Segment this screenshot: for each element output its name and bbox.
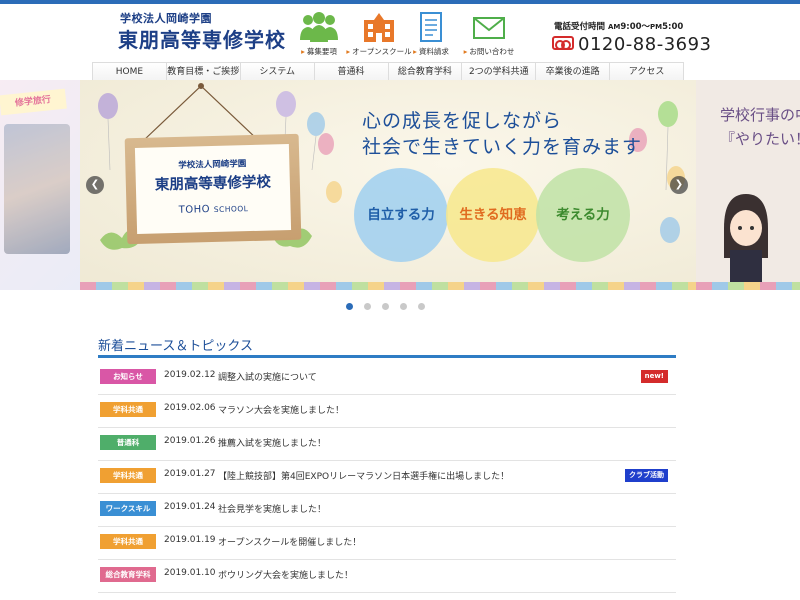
site-header: 学校法人岡崎学園 東朋高等専修学校 募集要項 オープンスクール 資料請求: [0, 4, 800, 62]
school-logo-name[interactable]: 東朋高等専修学校: [118, 24, 286, 53]
news-item[interactable]: 総合教育学科 2019.01.10 ボウリング大会を実施しました！: [98, 560, 676, 593]
news-title-link[interactable]: 調整入試の実施について: [218, 370, 317, 383]
slider-next-button[interactable]: ❯: [670, 176, 688, 194]
sign-english-name: TOHO SCHOOL: [136, 202, 290, 217]
news-category-badge: お知らせ: [100, 369, 156, 384]
circle-independence: 自立する力: [354, 168, 448, 262]
document-icon: [420, 12, 442, 42]
sign-english-small: SCHOOL: [213, 204, 249, 214]
freedial-icon: [552, 36, 574, 50]
news-date: 2019.01.19: [164, 535, 216, 545]
gnav-home[interactable]: HOME: [92, 63, 166, 81]
gnav-general-course[interactable]: 普通科: [313, 63, 388, 81]
news-title-link[interactable]: 社会見学を実施しました！: [218, 502, 326, 515]
news-date: 2019.01.24: [164, 502, 216, 512]
news-date: 2019.02.12: [164, 370, 216, 380]
phone-hours-am: AM: [607, 23, 621, 31]
news-title-link[interactable]: ボウリング大会を実施しました！: [218, 568, 353, 581]
header-nav-label: 募集要項: [286, 46, 352, 57]
news-category-badge: 普通科: [100, 435, 156, 450]
news-title-link[interactable]: 推薦入試を実施しました！: [218, 436, 326, 449]
chevron-left-icon: ❮: [90, 179, 100, 190]
slide-next-text-1: 学校行事の中: [720, 106, 800, 124]
phone-hours: 電話受付時間 AM9:00～PM5:00: [554, 20, 683, 32]
people-icon: [300, 12, 338, 42]
news-category-badge: 学科共通: [100, 534, 156, 549]
slide-previous-peek[interactable]: 修学旅行: [0, 80, 80, 290]
news-item[interactable]: お知らせ 2019.02.12 調整入試の実施について new!: [98, 362, 676, 395]
slider-dot-5[interactable]: [418, 303, 425, 310]
gnav-access[interactable]: アクセス: [609, 63, 684, 81]
news-title-underline: [98, 355, 676, 358]
news-item[interactable]: ワークスキル 2019.01.24 社会見学を実施しました！: [98, 494, 676, 527]
slider-dot-3[interactable]: [382, 303, 389, 310]
chevron-right-icon: ❯: [674, 179, 684, 190]
news-title-link[interactable]: マラソン大会を実施しました！: [218, 403, 344, 416]
header-nav-recruitment[interactable]: 募集要項: [286, 10, 352, 60]
slider-dot-4[interactable]: [400, 303, 407, 310]
news-item[interactable]: 学科共通 2019.01.27 【陸上競技部】第4回EXPOリレーマラソン日本選…: [98, 461, 676, 494]
news-title-link[interactable]: オープンスクールを開催しました！: [218, 535, 361, 548]
news-category-badge: ワークスキル: [100, 501, 156, 516]
student-illustration: [724, 194, 768, 282]
phone-hours-label: 電話受付時間: [554, 22, 606, 32]
circle-life-wisdom: 生きる知恵: [446, 168, 540, 262]
phone-hours-pm: PM: [650, 23, 663, 31]
gnav-career-paths[interactable]: 卒業後の進路: [535, 63, 609, 81]
news-tag-badge: new!: [640, 370, 668, 383]
mail-icon: [473, 17, 505, 39]
circle-thinking: 考える力: [536, 168, 630, 262]
rainbow-stripe: [80, 282, 696, 290]
news-item[interactable]: 学科共通 2019.02.06 マラソン大会を実施しました！: [98, 395, 676, 428]
sign-school-name: 東朋高等専修学校: [154, 173, 272, 194]
slider-dot-2[interactable]: [364, 303, 371, 310]
header-nav-label: お問い合わせ: [456, 46, 522, 57]
hero-headline-line-1: 心の成長を促しながら: [362, 110, 563, 132]
global-navigation: HOME 教育目標・ご挨拶 システム 普通科 総合教育学科 2つの学科共通 卒業…: [92, 62, 684, 82]
news-date: 2019.01.10: [164, 568, 216, 578]
gnav-common-courses[interactable]: 2つの学科共通: [461, 63, 535, 81]
news-item[interactable]: 普通科 2019.01.26 推薦入試を実施しました！: [98, 428, 676, 461]
rainbow-stripe: [696, 282, 800, 290]
phone-hours-start: 9:00～: [620, 22, 651, 32]
news-section-title: 新着ニュース＆トピックス: [98, 339, 253, 354]
news-date: 2019.02.06: [164, 403, 216, 413]
header-nav-contact[interactable]: お問い合わせ: [456, 10, 522, 60]
news-category-badge: 学科共通: [100, 402, 156, 417]
gnav-education-goals[interactable]: 教育目標・ご挨拶: [165, 63, 240, 81]
hero-headline-line-2: 社会で生きていく力を育みます: [362, 136, 643, 158]
school-trip-photo: [4, 124, 70, 254]
phone-number-text: 0120-88-3693: [578, 34, 712, 55]
news-date: 2019.01.27: [164, 469, 216, 479]
news-tag-badge: クラブ活動: [625, 469, 668, 482]
slide-next-text-2: 『やりたい！', '取り組める: [720, 130, 800, 148]
sign-hanging-string: [143, 83, 259, 141]
slide-current[interactable]: 学校法人岡崎学園 東朋高等専修学校 TOHO SCHOOL 心の成長を促しながら…: [80, 80, 696, 290]
slider-prev-button[interactable]: ❮: [86, 176, 104, 194]
sign-english-big: TOHO: [178, 204, 211, 216]
slide-tag: 修学旅行: [0, 88, 67, 116]
news-category-badge: 学科共通: [100, 468, 156, 483]
news-date: 2019.01.26: [164, 436, 216, 446]
phone-hours-end: 5:00: [662, 22, 684, 32]
news-category-badge: 総合教育学科: [100, 567, 156, 582]
school-signboard: 学校法人岡崎学園 東朋高等専修学校 TOHO SCHOOL: [124, 133, 302, 245]
slider-pagination: [346, 303, 425, 310]
header-nav-label: 資料請求: [398, 46, 464, 57]
slider-dot-1[interactable]: [346, 303, 353, 310]
news-title-link[interactable]: 【陸上競技部】第4回EXPOリレーマラソン日本選手権に出場しました！: [218, 469, 509, 482]
gnav-system[interactable]: システム: [239, 63, 314, 81]
slide-next-peek[interactable]: 学校行事の中 『やりたい！', '取り組める: [696, 80, 800, 290]
hero-slider: 修学旅行 学校法人岡崎学園 東朋高等専修学校 TOHO SCHOOL 心の成長を…: [0, 80, 800, 290]
header-nav-request-materials[interactable]: 資料請求: [398, 10, 464, 60]
phone-number[interactable]: 0120-88-3693: [552, 34, 712, 55]
news-list: お知らせ 2019.02.12 調整入試の実施について new! 学科共通 20…: [98, 362, 676, 593]
news-item[interactable]: 学科共通 2019.01.19 オープンスクールを開催しました！: [98, 527, 676, 560]
gnav-comprehensive-course[interactable]: 総合教育学科: [387, 63, 462, 81]
